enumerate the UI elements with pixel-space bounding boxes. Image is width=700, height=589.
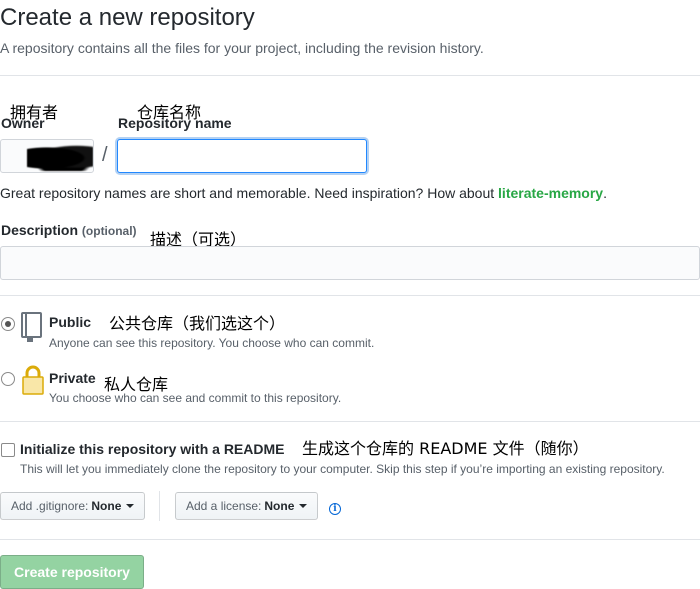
redacted-owner-scribble <box>27 145 93 171</box>
info-icon[interactable]: i <box>329 503 341 515</box>
readme-annotation: 生成这个仓库的 README 文件（随你） <box>302 439 589 458</box>
description-label: Description (optional) <box>1 222 137 238</box>
public-description: Anyone can see this repository. You choo… <box>49 336 375 350</box>
gitignore-select[interactable]: Add .gitignore: None <box>0 492 145 520</box>
name-hint-end: . <box>603 185 607 201</box>
slash-separator: / <box>102 144 108 166</box>
readme-label[interactable]: Initialize this repository with a README <box>20 441 284 457</box>
optional-tag: (optional) <box>81 224 137 238</box>
name-suggestion-link[interactable]: literate-memory <box>498 185 603 201</box>
caret-down-icon <box>126 504 135 508</box>
gitignore-value: None <box>91 499 122 513</box>
gitignore-label: Add .gitignore: <box>11 499 89 513</box>
private-label[interactable]: Private <box>49 370 96 386</box>
public-annotation: 公共仓库（我们选这个） <box>109 314 286 333</box>
readme-checkbox[interactable] <box>1 443 15 457</box>
description-input[interactable] <box>0 246 700 280</box>
owner-label: Owner <box>1 115 45 131</box>
private-radio[interactable] <box>1 372 15 386</box>
divider <box>0 295 700 296</box>
lock-icon <box>22 365 44 395</box>
divider <box>0 75 700 76</box>
public-radio[interactable] <box>1 317 15 331</box>
name-hint: Great repository names are short and mem… <box>0 185 607 201</box>
repo-name-label: Repository name <box>118 115 232 131</box>
description-label-text: Description <box>1 222 79 238</box>
repo-book-icon <box>21 312 42 342</box>
vertical-divider <box>159 491 160 521</box>
license-value: None <box>264 499 295 513</box>
divider <box>0 421 700 422</box>
repo-name-input[interactable] <box>117 139 367 173</box>
divider <box>0 539 700 540</box>
public-label[interactable]: Public <box>49 314 91 330</box>
page-title: Create a new repository <box>0 4 255 31</box>
create-repository-button[interactable]: Create repository <box>0 555 144 589</box>
private-description: You choose who can see and commit to thi… <box>49 391 342 405</box>
page-subtitle: A repository contains all the files for … <box>0 40 484 56</box>
readme-description: This will let you immediately clone the … <box>20 462 665 476</box>
name-hint-text: Great repository names are short and mem… <box>0 185 499 201</box>
license-label: Add a license: <box>186 499 262 513</box>
owner-select[interactable] <box>0 139 94 173</box>
license-select[interactable]: Add a license: None <box>175 492 318 520</box>
caret-down-icon <box>299 504 308 508</box>
